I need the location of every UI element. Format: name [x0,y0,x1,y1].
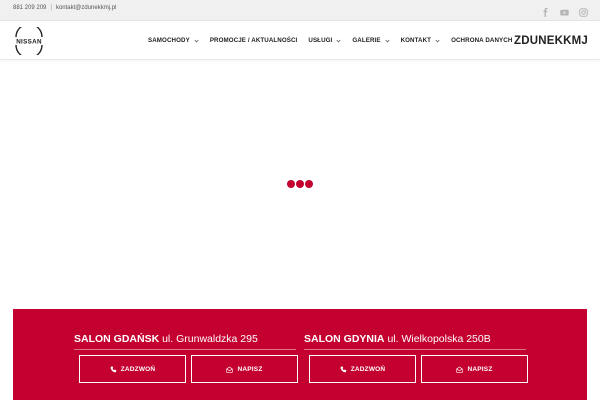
main-nav: SAMOCHODY PROMOCJE / AKTUALNOŚCI USŁUGI … [148,37,523,44]
nissan-logo[interactable]: NISSAN [11,23,47,59]
nav-item-ochrona-danych[interactable]: OCHRONA DANYCH [451,37,512,44]
email-link[interactable]: kontakt@zdunekkmj.pl [56,5,116,11]
button-label: NAPISZ [467,365,493,373]
write-button-gdynia[interactable]: NAPISZ [421,355,528,383]
salon-gdansk-actions: ZADZWOŃ NAPISZ [79,355,298,383]
salon-contact-band: SALON GDAŃSK ul. Grunwaldzka 295 ZADZWOŃ… [13,309,587,400]
phone-icon [340,365,346,372]
contact-separator: | [50,5,52,11]
youtube-icon[interactable] [560,4,569,16]
phone-link[interactable]: 881 209 209 [13,5,46,11]
envelope-icon [456,366,464,373]
button-label: ZADZWOŃ [120,365,156,373]
nav-label: OCHRONA DANYCH [451,37,513,44]
nav-label: USŁUGI [308,37,333,44]
salon-name: SALON GDAŃSK [74,333,160,345]
salon-divider [304,349,526,350]
salon-gdynia-actions: ZADZWOŃ NAPISZ [309,355,528,383]
loader-dot [287,180,295,188]
button-label: ZADZWOŃ [350,365,386,373]
chevron-down-icon [336,39,341,42]
salon-address: ul. Grunwaldzka 295 [162,333,258,345]
call-button-gdansk[interactable]: ZADZWOŃ [79,355,186,383]
logo-text: NISSAN [16,38,42,45]
dealer-brand[interactable]: ZDUNEKKMJ [514,35,588,47]
envelope-icon [226,366,234,373]
salon-address: ul. Wielkopolska 250B [387,333,491,345]
salon-name: SALON GDYNIA [304,333,385,345]
write-button-gdansk[interactable]: NAPISZ [191,355,298,383]
phone-icon [110,365,116,372]
call-button-gdynia[interactable]: ZADZWOŃ [309,355,416,383]
main-header: NISSAN SAMOCHODY PROMOCJE / AKTUALNOŚCI … [0,22,600,60]
salon-title: SALON GDAŃSK ul. Grunwaldzka 295 [74,333,296,345]
social-links [541,4,588,17]
top-bar: 881 209 209 | kontakt@zdunekkmj.pl [0,0,600,21]
nav-item-promocje[interactable]: PROMOCJE / AKTUALNOŚCI [210,37,298,44]
chevron-down-icon [384,39,390,42]
loader-dot [296,180,304,188]
nav-item-samochody[interactable]: SAMOCHODY [148,37,199,44]
nav-item-kontakt[interactable]: KONTAKT [401,37,441,44]
nav-label: GALERIE [352,37,381,44]
top-contacts: 881 209 209 | kontakt@zdunekkmj.pl [13,5,116,11]
chevron-down-icon [435,39,440,42]
nav-label: KONTAKT [400,37,432,44]
nav-label: SAMOCHODY [148,37,190,44]
nav-label: PROMOCJE / AKTUALNOŚCI [209,37,298,44]
loading-indicator [287,180,313,188]
salon-title: SALON GDYNIA ul. Wielkopolska 250B [304,333,526,345]
button-label: NAPISZ [237,365,263,373]
facebook-icon[interactable] [541,4,550,17]
salon-gdynia: SALON GDYNIA ul. Wielkopolska 250B [304,333,526,350]
nav-item-uslugi[interactable]: USŁUGI [308,37,341,44]
salon-gdansk: SALON GDAŃSK ul. Grunwaldzka 295 [74,333,296,350]
instagram-icon[interactable] [579,4,588,17]
chevron-down-icon [194,39,199,42]
nav-item-galerie[interactable]: GALERIE [352,37,390,44]
loader-dot [305,180,313,188]
salon-divider [74,349,296,350]
